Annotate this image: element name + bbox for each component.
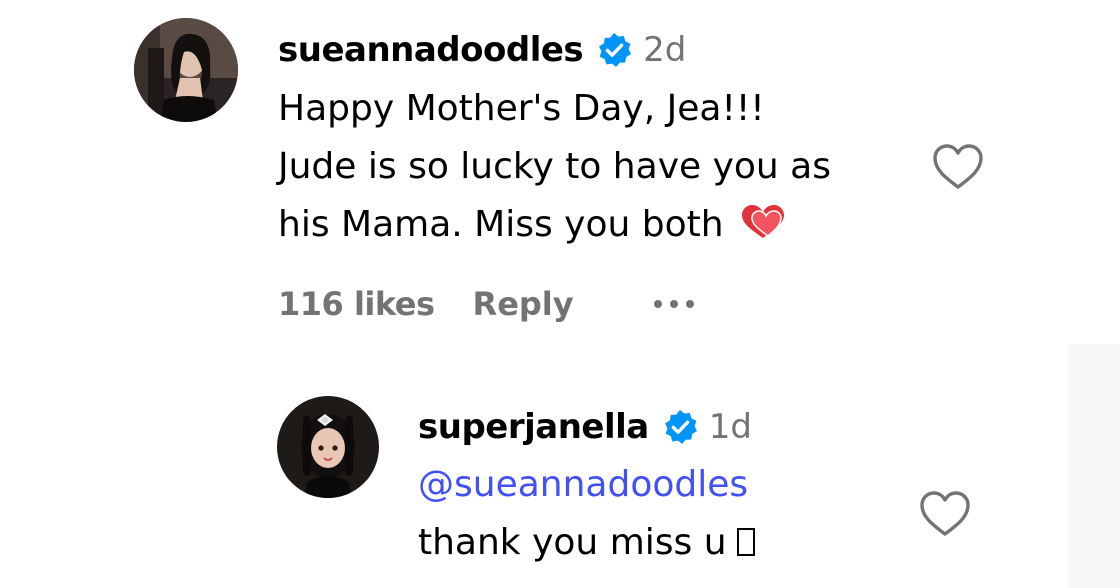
comments-panel: sueannadoodles 2d Happy Mother's Day, Je… — [0, 0, 1120, 588]
reply-username[interactable]: superjanella — [418, 407, 649, 447]
missing-glyph-icon — [736, 528, 755, 556]
like-button[interactable] — [931, 142, 985, 192]
more-dot — [685, 300, 694, 308]
heart-outline-icon — [920, 491, 970, 536]
verified-badge-icon — [661, 408, 699, 446]
reply-text: thank you miss u — [418, 514, 755, 572]
reply-avatar[interactable] — [277, 396, 379, 498]
reply-button[interactable]: Reply — [473, 285, 574, 323]
avatar[interactable] — [134, 18, 238, 122]
comment-line-3-text: his Mama. Miss you both — [278, 204, 724, 245]
comment-line-1: Happy Mother's Day, Jea!!! — [278, 88, 765, 129]
reply-text-content: thank you miss u — [418, 522, 727, 563]
panel-edge — [1068, 344, 1120, 588]
heart-outline-icon — [933, 144, 983, 189]
comment-username[interactable]: sueannadoodles — [278, 30, 584, 70]
comment-time: 2d — [643, 30, 687, 70]
two-hearts-emoji-icon — [738, 202, 788, 260]
reply-like-button[interactable] — [918, 489, 972, 539]
more-options-icon[interactable] — [653, 300, 694, 308]
reply-header: superjanella 1d — [418, 401, 752, 453]
reply-time: 1d — [708, 407, 752, 447]
more-dot — [669, 300, 678, 308]
more-dot — [653, 300, 662, 308]
comment-line-2: Jude is so lucky to have you as — [278, 146, 831, 187]
comment-actions: 116 likes Reply — [278, 282, 694, 326]
comment-header: sueannadoodles 2d — [278, 24, 686, 76]
comment-line-3: his Mama. Miss you both — [278, 196, 788, 260]
verified-badge-icon — [595, 31, 633, 69]
likes-count[interactable]: 116 likes — [278, 285, 435, 323]
mention-link[interactable]: @sueannadoodles — [418, 456, 748, 514]
